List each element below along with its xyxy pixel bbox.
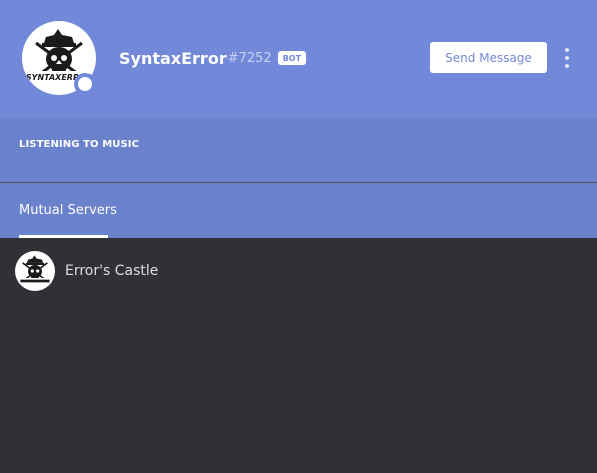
send-message-button[interactable]: Send Message: [430, 42, 547, 73]
dot-icon: [565, 64, 569, 68]
avatar-wrapper: SYNTAXERROR: [22, 21, 96, 95]
activity-label: LISTENING TO MUSIC: [19, 139, 140, 150]
name-row: SyntaxError #7252 BOT: [119, 47, 307, 69]
username: SyntaxError: [119, 48, 227, 68]
dot-icon: [565, 48, 569, 52]
mutual-servers-list: Error's Castle: [0, 238, 597, 473]
server-name: Error's Castle: [65, 263, 159, 279]
skull-logo-icon: [18, 255, 52, 284]
tab-bar: Mutual Servers: [0, 183, 597, 238]
status-dot-icon: [78, 77, 92, 91]
activity-section: LISTENING TO MUSIC: [0, 118, 597, 182]
list-item[interactable]: Error's Castle: [15, 251, 158, 291]
bot-badge: BOT: [277, 51, 307, 65]
dot-icon: [565, 56, 569, 60]
tab-mutual-servers[interactable]: Mutual Servers: [19, 183, 117, 238]
server-icon: [15, 251, 55, 291]
status-indicator: [74, 73, 96, 95]
user-profile-modal: SYNTAXERROR SyntaxError #7252 BOT Send M…: [0, 0, 597, 473]
profile-header: SYNTAXERROR SyntaxError #7252 BOT Send M…: [0, 0, 597, 118]
discriminator: #7252: [227, 50, 272, 66]
vertical-ellipsis-icon[interactable]: [563, 48, 571, 68]
